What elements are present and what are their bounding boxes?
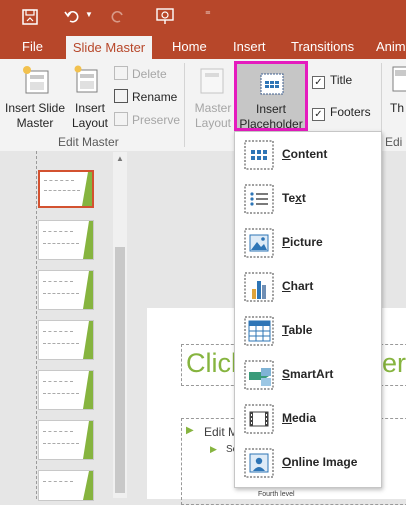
- slide-thumbnail[interactable]: [38, 220, 94, 260]
- bullet-level-4-text: Fourth level: [258, 491, 295, 498]
- menu-item-media-label: Media: [282, 411, 317, 425]
- insert-slide-master-button[interactable]: Insert Slide Master: [4, 101, 66, 131]
- menu-item-picture[interactable]: Picture: [235, 221, 381, 265]
- master-layout-icon: [200, 68, 224, 94]
- present-from-beginning-icon[interactable]: [156, 7, 174, 25]
- tab-animations[interactable]: Anim: [376, 34, 406, 59]
- rename-icon: [114, 89, 128, 103]
- delete-label: Delete: [132, 67, 167, 81]
- menu-item-online-image-label: Online Image: [282, 455, 358, 469]
- footers-checkbox-label: Footers: [330, 105, 371, 119]
- menu-item-smartart-label: SmartArt: [282, 367, 334, 381]
- insert-slide-master-label-1: Insert Slide: [4, 101, 66, 115]
- smartart-placeholder-icon: [244, 360, 274, 390]
- menu-item-content[interactable]: Content: [235, 133, 381, 177]
- tab-home[interactable]: Home: [172, 34, 207, 59]
- undo-icon[interactable]: [64, 9, 80, 23]
- menu-item-smartart[interactable]: SmartArt: [235, 353, 381, 397]
- slide-thumbnail[interactable]: [38, 370, 94, 410]
- themes-button[interactable]: Th: [390, 101, 404, 116]
- title-checkbox[interactable]: ✓ Title: [312, 73, 352, 89]
- insert-placeholder-label-2: Placeholder: [239, 117, 303, 131]
- group-separator: [184, 63, 185, 147]
- slide-thumbnail[interactable]: [38, 270, 94, 310]
- undo-dropdown-icon[interactable]: ▼: [85, 10, 93, 19]
- menu-item-chart-label: Chart: [282, 279, 314, 293]
- media-placeholder-icon: [244, 404, 274, 434]
- tab-transitions[interactable]: Transitions: [291, 34, 354, 59]
- picture-placeholder-icon: [244, 228, 274, 258]
- insert-placeholder-menu: Content Text Picture Chart Table SmartAr…: [234, 131, 382, 488]
- insert-layout-label-1: Insert: [74, 101, 105, 115]
- group-edit-master-label: Edit Master: [58, 135, 119, 149]
- menu-item-table[interactable]: Table: [235, 309, 381, 353]
- tab-file[interactable]: File: [22, 34, 43, 59]
- customize-toolbar-icon[interactable]: ⁼: [205, 8, 211, 21]
- themes-icon: [392, 66, 406, 92]
- insert-placeholder-icon: [260, 73, 284, 95]
- preserve-label: Preserve: [132, 113, 181, 127]
- menu-item-table-label: Table: [282, 323, 313, 337]
- menu-item-media[interactable]: Media: [235, 397, 381, 441]
- text-placeholder-icon: [244, 184, 274, 214]
- slide-thumbnail[interactable]: [38, 170, 94, 208]
- insert-slide-master-icon: [23, 66, 49, 94]
- slide-thumbnail[interactable]: [38, 320, 94, 360]
- online-image-placeholder-icon: [244, 448, 274, 478]
- insert-layout-icon: [74, 65, 98, 93]
- delete-icon: [114, 66, 128, 80]
- insert-placeholder-button[interactable]: Insert Placeholder ▾: [234, 61, 308, 145]
- title-checkbox-label: Title: [330, 73, 353, 87]
- tab-insert[interactable]: Insert: [233, 34, 266, 59]
- delete-button: Delete: [114, 66, 167, 81]
- menu-item-content-label: Content: [282, 147, 328, 161]
- scrollbar-thumb[interactable]: [115, 247, 125, 493]
- menu-item-text[interactable]: Text: [235, 177, 381, 221]
- content-placeholder-icon: [244, 140, 274, 170]
- preserve-button: Preserve: [114, 112, 180, 127]
- insert-slide-master-label-2: Master: [16, 116, 54, 130]
- redo-icon: [111, 11, 123, 23]
- footers-checkbox[interactable]: ✓ Footers: [312, 105, 371, 121]
- title-placeholder-text-right: er: [382, 348, 406, 378]
- preserve-icon: [114, 112, 128, 126]
- rename-button[interactable]: Rename: [114, 89, 177, 104]
- menu-item-online-image[interactable]: Online Image: [235, 441, 381, 485]
- thumbnail-scrollbar[interactable]: ▲: [113, 152, 127, 498]
- ribbon-tabs: File Slide Master Home Insert Transition…: [0, 34, 406, 59]
- bullet-arrow-icon: ▶: [210, 444, 217, 454]
- insert-layout-button[interactable]: Insert Layout: [68, 101, 112, 131]
- rename-label: Rename: [132, 90, 178, 104]
- menu-item-text-label: Text: [282, 191, 306, 205]
- master-layout-label-1: Master: [194, 101, 232, 115]
- master-layout-button: Master Layout: [190, 101, 236, 131]
- insert-layout-label-2: Layout: [71, 116, 109, 130]
- insert-placeholder-label-1: Insert: [255, 102, 286, 116]
- save-icon[interactable]: [22, 9, 38, 25]
- checkbox-checked-icon: ✓: [312, 108, 325, 121]
- scroll-up-icon[interactable]: ▲: [116, 154, 124, 163]
- menu-item-chart[interactable]: Chart: [235, 265, 381, 309]
- master-layout-label-2: Layout: [194, 116, 232, 130]
- chart-placeholder-icon: [244, 272, 274, 302]
- bullet-level-1-text: Edit M: [204, 425, 239, 439]
- slide-thumbnail[interactable]: [38, 470, 94, 501]
- tab-slide-master[interactable]: Slide Master: [66, 36, 152, 59]
- slide-thumbnail[interactable]: [38, 420, 94, 460]
- title-bar: ▼ ⁼: [0, 0, 406, 34]
- menu-item-picture-label: Picture: [282, 235, 323, 249]
- table-placeholder-icon: [244, 316, 274, 346]
- checkbox-checked-icon: ✓: [312, 76, 325, 89]
- group-edit-theme-label: Edi: [385, 135, 403, 149]
- bullet-arrow-icon: ▶: [186, 425, 194, 436]
